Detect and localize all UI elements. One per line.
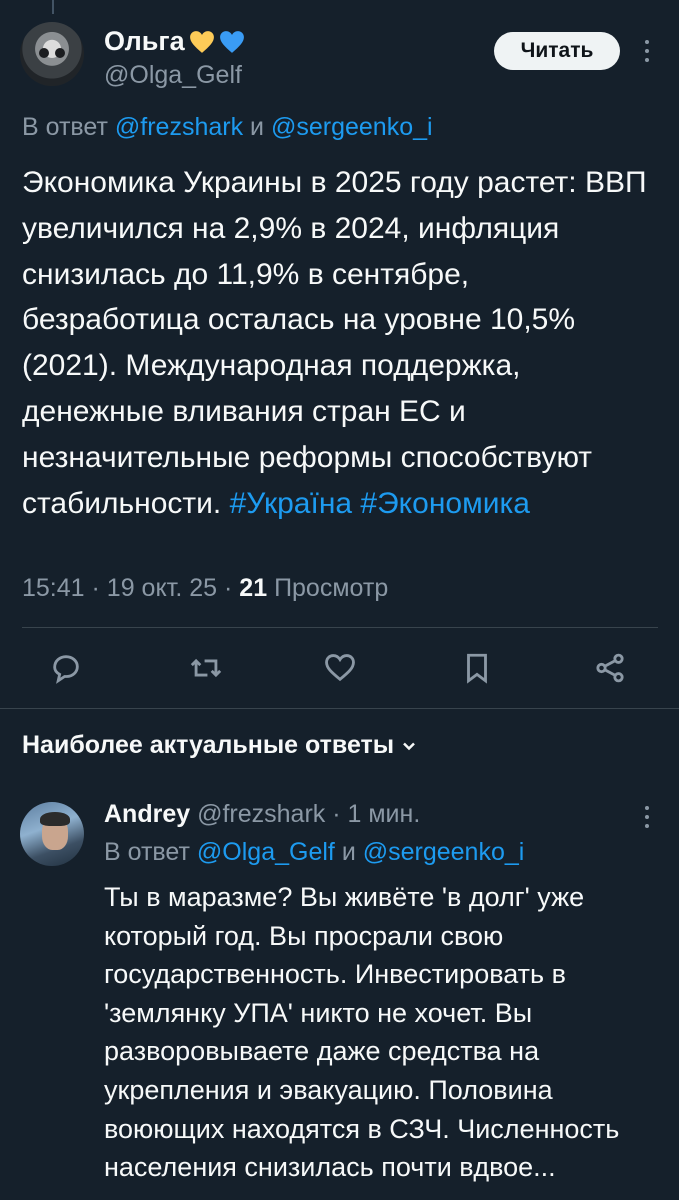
tweet-text: Экономика Украины в 2025 году растет: ВВ… <box>22 160 652 526</box>
reply-header: Andrey @frezshark · 1 мин. <box>104 800 421 828</box>
like-icon[interactable] <box>320 648 360 688</box>
divider <box>22 627 658 628</box>
views-count: 21 <box>239 574 268 602</box>
tweet-body: Экономика Украины в 2025 году растет: ВВ… <box>22 166 647 520</box>
reply-author-handle[interactable]: @frezshark <box>197 800 325 828</box>
thread-connector-line <box>52 0 54 14</box>
reply-reply-to-line: В ответ @Olga_Gelf и @sergeenko_i <box>104 838 524 867</box>
reply-to-line: В ответ @frezshark и @sergeenko_i <box>22 113 433 142</box>
tweet-date[interactable]: 19 окт. 25 <box>107 574 217 602</box>
avatar-eye-left <box>39 48 49 58</box>
reply-author-avatar[interactable] <box>20 802 84 866</box>
reply-to-prefix: В ответ <box>104 838 190 866</box>
reply-author-name[interactable]: Andrey <box>104 800 190 828</box>
reply-to-user-link[interactable]: @frezshark <box>115 113 243 141</box>
author-name[interactable]: Ольга <box>104 26 185 57</box>
retweet-icon[interactable] <box>186 648 226 688</box>
avatar-hair <box>40 812 70 826</box>
tweet-actions-bar <box>0 648 679 692</box>
bookmark-icon[interactable] <box>457 648 497 688</box>
replies-section-title: Наиболее актуальные ответы <box>22 731 395 759</box>
reply-to-and: и <box>250 113 265 141</box>
reply-to-and: и <box>341 838 356 866</box>
hashtag-link[interactable]: #Україна <box>230 487 352 520</box>
author-handle[interactable]: @Olga_Gelf <box>104 61 242 90</box>
follow-button[interactable]: Читать <box>494 32 620 70</box>
more-options-icon[interactable] <box>640 40 654 62</box>
reply-more-options-icon[interactable] <box>640 806 654 828</box>
reply-time[interactable]: 1 мин. <box>348 800 421 828</box>
hashtag-link[interactable]: #Экономика <box>360 487 530 520</box>
reply-to-user-link[interactable]: @sergeenko_i <box>271 113 433 141</box>
section-divider <box>0 708 679 709</box>
chevron-down-icon <box>403 742 416 750</box>
author-name-row[interactable]: Ольга <box>104 26 245 57</box>
tweet-metadata: 15:41 · 19 окт. 25 · 21 Просмотр <box>22 574 389 602</box>
replies-sort-dropdown[interactable]: Наиболее актуальные ответы <box>22 731 416 760</box>
reply-to-user-link[interactable]: @sergeenko_i <box>363 838 525 866</box>
reply-to-prefix: В ответ <box>22 113 108 141</box>
author-avatar[interactable] <box>20 22 84 86</box>
tweet-time[interactable]: 15:41 <box>22 574 85 602</box>
reply-to-user-link[interactable]: @Olga_Gelf <box>197 838 335 866</box>
share-icon[interactable] <box>590 648 630 688</box>
avatar-eye-right <box>55 48 65 58</box>
yellow-heart-icon <box>189 30 214 53</box>
views-label: Просмотр <box>274 574 389 602</box>
reply-icon[interactable] <box>46 648 86 688</box>
blue-heart-icon <box>219 30 244 53</box>
reply-text: Ты в маразме? Вы живёте 'в долг' уже кот… <box>104 882 620 1183</box>
